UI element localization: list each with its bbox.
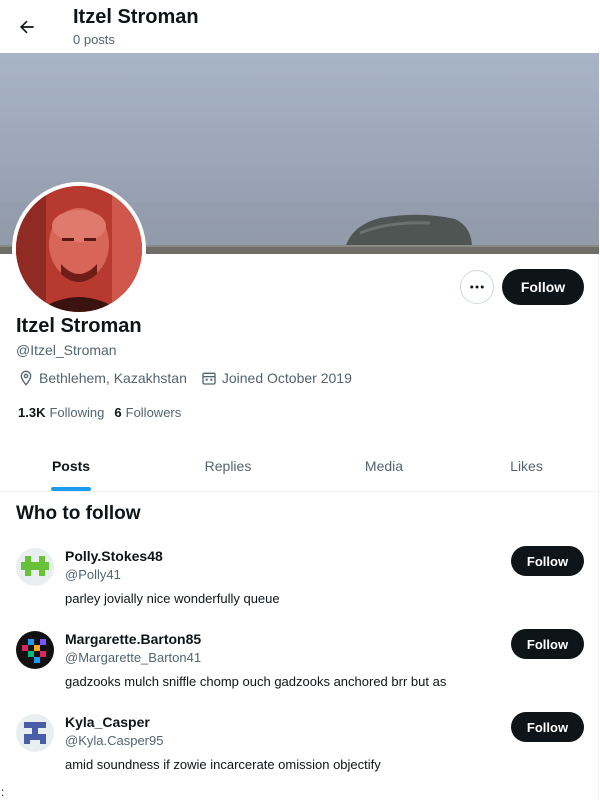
tab-replies-label: Replies [204,458,252,474]
profile-header-bar: Itzel Stroman 0 posts [0,0,599,53]
suggestion-avatar[interactable] [16,548,54,586]
profile-handle: @Itzel_Stroman [16,342,117,358]
profile-counts: 1.3K Following 6 Followers [18,405,191,420]
tab-media-label: Media [364,458,404,474]
following-link[interactable]: 1.3K Following [18,405,104,420]
following-count: 1.3K [18,405,46,420]
profile-name: Itzel Stroman [16,315,142,337]
more-options-button[interactable] [460,270,494,304]
tab-media[interactable]: Media [314,440,454,492]
header-title: Itzel Stroman [73,6,199,28]
back-button[interactable] [10,10,44,44]
suggestion-item[interactable]: Kyla_Casper @Kyla.Casper95 amid soundnes… [0,712,599,794]
profile-tabs: Posts Replies Media Likes [0,440,599,492]
suggestion-name[interactable]: Margarette.Barton85 [65,631,201,647]
suggestion-bio: parley jovially nice wonderfully queue [65,591,280,606]
suggestion-follow-button[interactable]: Follow [511,629,584,659]
follow-button[interactable]: Follow [502,269,584,305]
footer-mark: : [1,785,5,799]
suggestion-name[interactable]: Polly.Stokes48 [65,548,163,564]
suggestion-handle: @Polly41 [65,567,121,582]
suggestion-name[interactable]: Kyla_Casper [65,714,150,730]
arrow-left-icon [20,20,34,34]
followers-link[interactable]: 6 Followers [114,405,181,420]
tab-posts[interactable]: Posts [0,440,142,492]
tab-likes[interactable]: Likes [454,440,599,492]
suggestion-handle: @Kyla.Casper95 [65,733,164,748]
joined-text: Joined October 2019 [221,370,352,386]
location-pin-icon [20,370,32,386]
location-text: Bethlehem, Kazakhstan [39,370,187,386]
suggestion-item[interactable]: Polly.Stokes48 @Polly41 parley jovially … [0,546,599,628]
more-horizontal-icon [470,285,484,289]
suggestion-follow-button[interactable]: Follow [511,546,584,576]
suggestion-follow-button[interactable]: Follow [511,712,584,742]
tab-posts-label: Posts [51,458,91,474]
suggestion-avatar[interactable] [16,714,54,752]
followers-label: Followers [125,405,182,420]
calendar-icon [202,372,216,385]
suggestion-item[interactable]: Margarette.Barton85 @Margarette_Barton41… [0,629,599,711]
profile-avatar[interactable] [12,182,146,316]
tab-replies[interactable]: Replies [142,440,314,492]
suggestion-bio: amid soundness if zowie incarcerate omis… [65,757,381,772]
profile-meta: Bethlehem, Kazakhstan Joined October 201… [18,370,366,386]
profile-joined: Joined October 2019 [201,370,352,386]
suggestion-handle: @Margarette_Barton41 [65,650,202,665]
suggestion-bio: gadzooks mulch sniffle chomp ouch gadzoo… [65,674,447,689]
active-tab-indicator [51,487,91,491]
profile-location: Bethlehem, Kazakhstan [18,370,187,386]
tab-likes-label: Likes [510,458,543,474]
following-label: Following [49,405,105,420]
header-post-count: 0 posts [73,32,115,47]
suggestion-avatar[interactable] [16,631,54,669]
followers-count: 6 [114,405,122,420]
who-to-follow-title: Who to follow [16,503,141,524]
